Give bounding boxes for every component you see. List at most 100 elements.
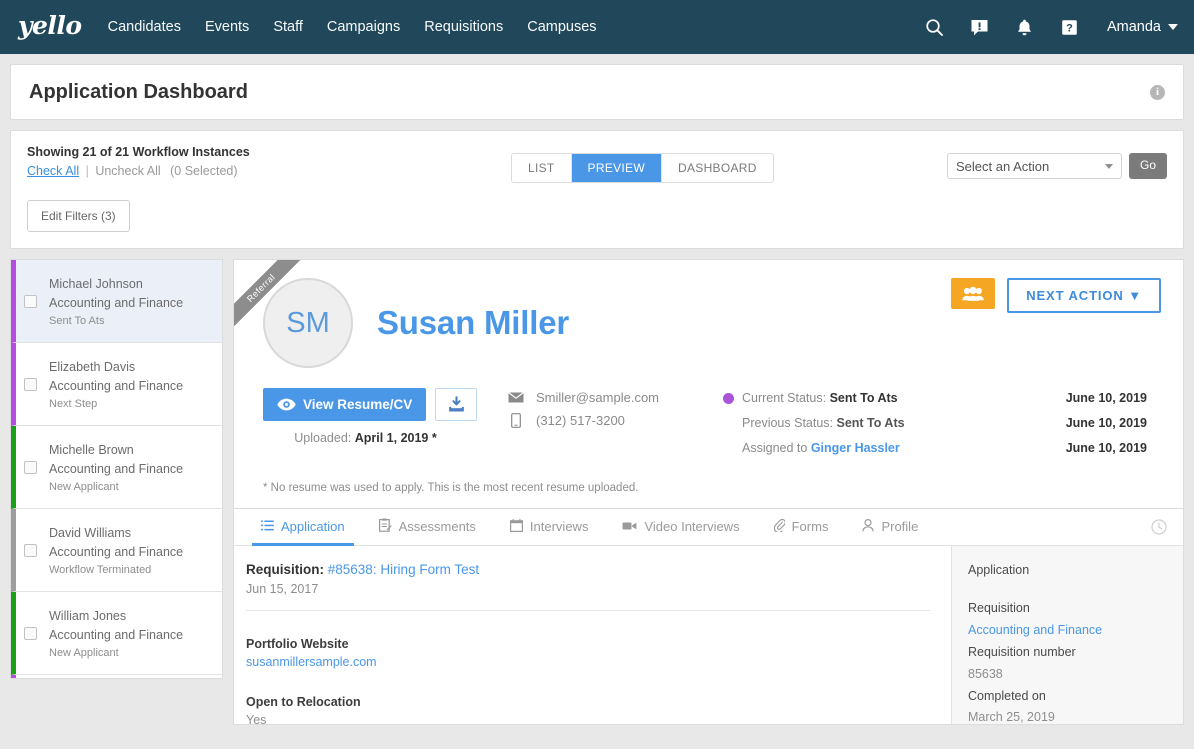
go-button[interactable]: Go bbox=[1128, 153, 1167, 179]
candidate-requisition: Accounting and Finance bbox=[49, 628, 184, 642]
edit-filters-button[interactable]: Edit Filters (3) bbox=[27, 200, 130, 232]
candidate-name: Michael Johnson bbox=[49, 276, 143, 291]
action-select[interactable]: Select an Action bbox=[946, 153, 1122, 179]
profile-body: View Resume/CV Uploaded: April 1, 2019 * bbox=[256, 388, 1161, 466]
people-icon[interactable] bbox=[951, 278, 996, 309]
view-tab-list[interactable]: LIST bbox=[512, 154, 572, 182]
list-item[interactable]: Elizabeth Davis Accounting and Finance N… bbox=[11, 343, 222, 426]
mobile-phone-icon bbox=[508, 413, 524, 428]
yello-logo[interactable]: yello bbox=[18, 11, 82, 43]
status-badge bbox=[723, 392, 734, 404]
clipboard-icon bbox=[378, 518, 392, 535]
info-icon[interactable]: i bbox=[1150, 84, 1165, 100]
row-checkbox[interactable] bbox=[24, 460, 37, 474]
help-icon[interactable]: ? bbox=[1058, 15, 1082, 39]
candidate-requisition: Accounting and Finance bbox=[49, 296, 184, 310]
check-all-link[interactable]: Check All bbox=[27, 164, 79, 178]
tab-forms[interactable]: Forms bbox=[757, 508, 846, 545]
current-status-label: Current Status: bbox=[742, 391, 827, 405]
eye-icon bbox=[277, 398, 296, 411]
candidate-status: New Applicant bbox=[49, 481, 119, 494]
page-title: Application Dashboard bbox=[29, 80, 248, 103]
profile-header: SM Susan Miller NEXT ACTION ▼ bbox=[256, 278, 1161, 368]
user-menu-label: Amanda bbox=[1106, 19, 1161, 35]
profile-header-actions: NEXT ACTION ▼ bbox=[951, 278, 1161, 313]
candidate-name-heading[interactable]: Susan Miller bbox=[377, 304, 569, 342]
current-status-date: June 10, 2019 bbox=[1065, 391, 1147, 405]
contact-column: Smiller@sample.com (312) 517-3200 bbox=[508, 388, 723, 466]
candidate-requisition: Accounting and Finance bbox=[49, 545, 184, 559]
nav-item-candidates[interactable]: Candidates bbox=[108, 19, 181, 35]
field-value: Yes bbox=[246, 713, 267, 725]
field-label: Open to Relocation bbox=[246, 695, 361, 709]
chevron-down-icon bbox=[1104, 163, 1113, 169]
view-tab-dashboard[interactable]: DASHBOARD bbox=[662, 154, 773, 182]
tab-forms-label: Forms bbox=[791, 519, 829, 534]
tab-profile[interactable]: Profile bbox=[845, 508, 935, 545]
assigned-to-value[interactable]: Ginger Hassler bbox=[811, 441, 900, 455]
email-value[interactable]: Smiller@sample.com bbox=[536, 390, 659, 405]
tab-strip: Application Assessments Interviews Video… bbox=[234, 508, 1183, 546]
view-tab-preview[interactable]: PREVIEW bbox=[571, 154, 662, 182]
nav-item-requisitions[interactable]: Requisitions bbox=[424, 19, 503, 35]
requisition-link[interactable]: #85638: Hiring Form Test bbox=[328, 562, 479, 577]
list-item[interactable]: Rachel Wilson Accounting and Finance Can… bbox=[11, 675, 222, 678]
assigned-to-date: June 10, 2019 bbox=[1065, 441, 1147, 455]
row-checkbox[interactable] bbox=[24, 377, 37, 391]
download-icon[interactable] bbox=[435, 388, 478, 421]
tab-interviews-label: Interviews bbox=[529, 519, 589, 534]
row-checkbox[interactable] bbox=[24, 543, 37, 557]
selection-summary: Showing 21 of 21 Workflow Instances Chec… bbox=[27, 145, 250, 178]
candidate-name: David Williams bbox=[49, 525, 131, 540]
tab-interviews[interactable]: Interviews bbox=[493, 508, 606, 545]
nav-item-staff[interactable]: Staff bbox=[273, 19, 303, 35]
view-resume-button[interactable]: View Resume/CV bbox=[263, 388, 427, 421]
summary-value[interactable]: Accounting and Finance bbox=[968, 620, 1167, 642]
uncheck-all-link[interactable]: Uncheck All bbox=[95, 164, 160, 178]
application-main: Requisition: #85638: Hiring Form Test Ju… bbox=[234, 546, 951, 724]
resume-uploaded: Uploaded: April 1, 2019 * bbox=[263, 431, 508, 445]
list-icon bbox=[261, 519, 274, 534]
nav-item-campaigns[interactable]: Campaigns bbox=[327, 19, 400, 35]
bulk-action-area: Select an Action Go bbox=[946, 153, 1167, 179]
previous-status-label: Previous Status: bbox=[742, 416, 834, 430]
summary-label: Completed on bbox=[968, 688, 1046, 703]
field-open-to-relocation: Open to Relocation Yes bbox=[246, 695, 931, 725]
tab-content: Requisition: #85638: Hiring Form Test Ju… bbox=[234, 546, 1183, 724]
view-mode-switcher: LIST PREVIEW DASHBOARD bbox=[511, 153, 774, 183]
next-action-button[interactable]: NEXT ACTION ▼ bbox=[1007, 278, 1161, 313]
field-value[interactable]: susanmillersample.com bbox=[246, 655, 931, 669]
summary-label: Requisition bbox=[968, 601, 1030, 615]
nav-item-campuses[interactable]: Campuses bbox=[527, 19, 596, 35]
search-icon[interactable] bbox=[923, 15, 947, 39]
nav-item-events[interactable]: Events bbox=[205, 19, 249, 35]
summary-heading: Application bbox=[968, 563, 1030, 577]
list-item[interactable]: Michael Johnson Accounting and Finance S… bbox=[11, 260, 222, 343]
svg-text:?: ? bbox=[1067, 22, 1074, 34]
notifications-icon[interactable] bbox=[1013, 15, 1037, 39]
assigned-to-label: Assigned to bbox=[742, 441, 808, 455]
calendar-icon bbox=[509, 518, 523, 535]
phone-row: (312) 517-3200 bbox=[508, 413, 723, 428]
video-camera-icon bbox=[622, 519, 637, 534]
row-checkbox[interactable] bbox=[24, 294, 37, 308]
action-select-value: Select an Action bbox=[955, 158, 1050, 174]
candidate-list-sidebar[interactable]: Michael Johnson Accounting and Finance S… bbox=[10, 259, 223, 679]
filters-row: Edit Filters (3) bbox=[27, 200, 1167, 232]
history-clock-icon[interactable] bbox=[1151, 508, 1183, 545]
tab-assessments[interactable]: Assessments bbox=[362, 508, 493, 545]
candidate-preview-pane: Referral SM Susan Miller NEXT ACTION ▼ V… bbox=[233, 259, 1184, 725]
list-item[interactable]: David Williams Accounting and Finance Wo… bbox=[11, 509, 222, 592]
user-menu[interactable]: Amanda bbox=[1107, 19, 1178, 35]
tab-application[interactable]: Application bbox=[244, 508, 362, 546]
tab-video-interviews[interactable]: Video Interviews bbox=[605, 508, 756, 545]
row-checkbox[interactable] bbox=[24, 626, 37, 640]
list-item[interactable]: Michelle Brown Accounting and Finance Ne… bbox=[11, 426, 222, 509]
feedback-icon[interactable] bbox=[968, 15, 992, 39]
requisition-line: Requisition: #85638: Hiring Form Test bbox=[246, 562, 931, 577]
divider bbox=[246, 610, 931, 611]
list-item[interactable]: William Jones Accounting and Finance New… bbox=[11, 592, 222, 675]
content-split: Michael Johnson Accounting and Finance S… bbox=[10, 259, 1184, 725]
